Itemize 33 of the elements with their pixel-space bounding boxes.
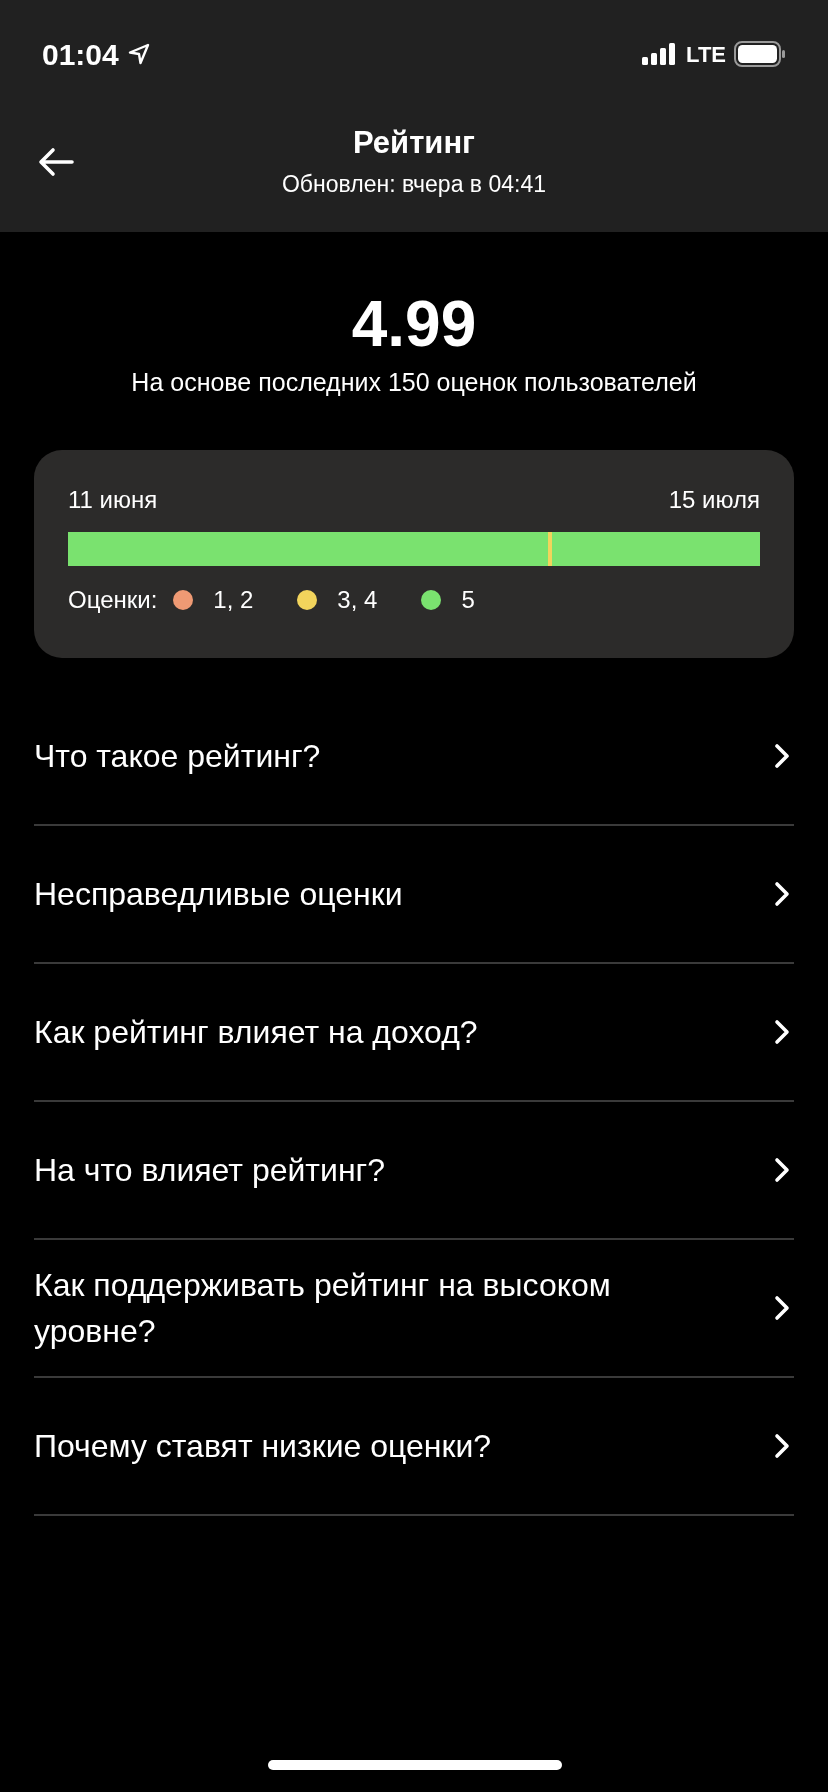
faq-item[interactable]: Как поддерживать рейтинг на высоком уровне?	[34, 1240, 794, 1378]
faq-item[interactable]: На что влияет рейтинг?	[34, 1102, 794, 1240]
network-label: LTE	[686, 40, 726, 69]
chevron-right-icon	[774, 1295, 790, 1321]
faq-text: Почему ставят низкие оценки?	[34, 1427, 492, 1466]
rating-value: 4.99	[351, 287, 477, 362]
back-arrow-icon	[38, 147, 74, 177]
battery-icon	[734, 41, 786, 67]
chevron-right-icon	[774, 881, 790, 907]
faq-item[interactable]: Как рейтинг влияет на доход?	[34, 964, 794, 1102]
faq-item[interactable]: Несправедливые оценки	[34, 826, 794, 964]
page-title: Рейтинг	[352, 124, 476, 162]
location-arrow-icon	[126, 42, 151, 66]
start-date: 11 июня	[68, 485, 158, 515]
legend-text: 3, 4	[337, 585, 378, 615]
end-date: 15 июля	[668, 485, 760, 515]
legend-label: Оценки:	[68, 585, 158, 615]
status-time: 01:04	[42, 36, 119, 73]
chevron-right-icon	[774, 1019, 790, 1045]
legend-text: 5	[461, 585, 475, 615]
update-time: Обновлен: вчера в 04:41	[281, 170, 546, 199]
chevron-right-icon	[774, 1433, 790, 1459]
faq-text: Что такое рейтинг?	[34, 737, 321, 776]
legend-text: 1, 2	[213, 585, 254, 615]
chevron-right-icon	[774, 743, 790, 769]
faq-item[interactable]: Что такое рейтинг?	[34, 688, 794, 826]
chevron-right-icon	[774, 1157, 790, 1183]
faq-item[interactable]: Почему ставят низкие оценки?	[34, 1378, 794, 1516]
faq-text: На что влияет рейтинг?	[34, 1151, 385, 1190]
faq-text: Как рейтинг влияет на доход?	[34, 1013, 478, 1052]
rating-caption: На основе последних 150 оценок пользователей	[131, 367, 697, 398]
faq-text: Несправедливые оценки	[34, 875, 403, 914]
faq-text: Как поддерживать рейтинг на высоком уровне?	[34, 1266, 612, 1351]
